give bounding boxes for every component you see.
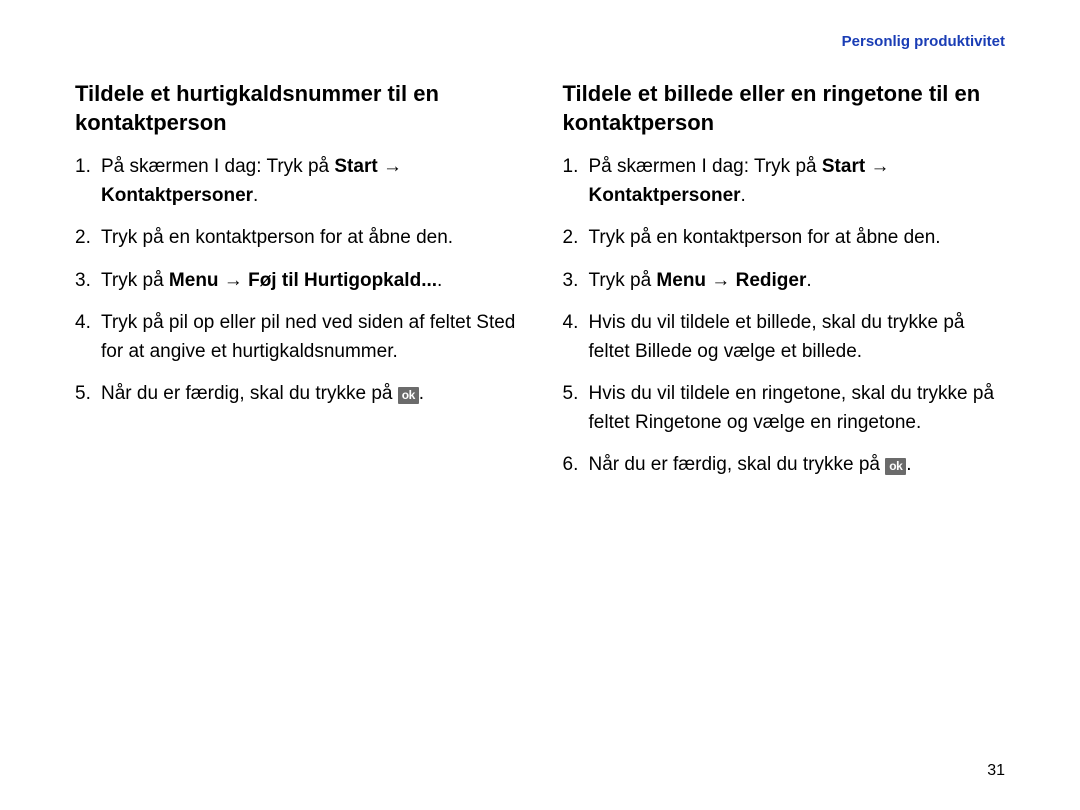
right-heading: Tildele et billede eller en ringetone ti… (563, 80, 1011, 137)
list-item: 6. Når du er færdig, skal du trykke på o… (563, 451, 1011, 480)
step-text: Når du er færdig, skal du trykke på (101, 383, 398, 404)
step-bold: Start (334, 156, 377, 177)
step-number: 2. (75, 224, 91, 253)
page-number: 31 (987, 762, 1005, 780)
list-item: 1. På skærmen I dag: Tryk på Start → Kon… (563, 153, 1011, 210)
right-steps: 1. På skærmen I dag: Tryk på Start → Kon… (563, 153, 1011, 480)
step-text: Tryk på en kontaktperson for at åbne den… (101, 227, 453, 248)
step-text: Tryk på (101, 270, 169, 291)
step-text: . (437, 270, 442, 291)
step-number: 4. (563, 309, 579, 338)
step-bold: Rediger (736, 270, 807, 291)
list-item: 5. Når du er færdig, skal du trykke på o… (75, 380, 523, 409)
step-number: 5. (563, 380, 579, 409)
step-text: . (741, 185, 746, 206)
list-item: 3. Tryk på Menu → Føj til Hurtigopkald..… (75, 267, 523, 296)
arrow-icon: → (378, 156, 402, 177)
arrow-icon: → (706, 270, 736, 291)
step-number: 1. (563, 153, 579, 182)
step-bold: Menu (169, 270, 219, 291)
step-text: Hvis du vil tildele et billede, skal du … (589, 312, 965, 362)
step-number: 3. (75, 267, 91, 296)
section-label: Personlig produktivitet (842, 33, 1005, 50)
step-bold: Kontaktpersoner (589, 185, 741, 206)
left-column: Tildele et hurtigkaldsnummer til en kont… (75, 80, 523, 494)
step-text: Tryk på (589, 270, 657, 291)
ok-icon: ok (885, 458, 906, 474)
step-text: Tryk på en kontaktperson for at åbne den… (589, 227, 941, 248)
ok-icon: ok (398, 387, 419, 403)
step-number: 3. (563, 267, 579, 296)
step-number: 1. (75, 153, 91, 182)
arrow-icon: → (219, 270, 249, 291)
step-text: . (806, 270, 811, 291)
step-text: . (253, 185, 258, 206)
step-text: Tryk på pil op eller pil ned ved siden a… (101, 312, 515, 362)
step-text: . (419, 383, 424, 404)
list-item: 3. Tryk på Menu → Rediger. (563, 267, 1011, 296)
list-item: 4. Hvis du vil tildele et billede, skal … (563, 309, 1011, 366)
step-number: 6. (563, 451, 579, 480)
content-columns: Tildele et hurtigkaldsnummer til en kont… (0, 0, 1080, 494)
list-item: 2. Tryk på en kontaktperson for at åbne … (563, 224, 1011, 253)
list-item: 4. Tryk på pil op eller pil ned ved side… (75, 309, 523, 366)
step-text: . (906, 454, 911, 475)
left-steps: 1. På skærmen I dag: Tryk på Start → Kon… (75, 153, 523, 409)
right-column: Tildele et billede eller en ringetone ti… (563, 80, 1011, 494)
step-bold: Kontaktpersoner (101, 185, 253, 206)
list-item: 1. På skærmen I dag: Tryk på Start → Kon… (75, 153, 523, 210)
step-text: På skærmen I dag: Tryk på (101, 156, 334, 177)
step-number: 5. (75, 380, 91, 409)
step-text: Hvis du vil tildele en ringetone, skal d… (589, 383, 995, 433)
step-number: 4. (75, 309, 91, 338)
list-item: 5. Hvis du vil tildele en ringetone, ska… (563, 380, 1011, 437)
step-bold: Menu (656, 270, 706, 291)
step-text: Når du er færdig, skal du trykke på (589, 454, 886, 475)
left-heading: Tildele et hurtigkaldsnummer til en kont… (75, 80, 523, 137)
step-text: På skærmen I dag: Tryk på (589, 156, 822, 177)
step-bold: Føj til Hurtigopkald... (248, 270, 437, 291)
list-item: 2. Tryk på en kontaktperson for at åbne … (75, 224, 523, 253)
arrow-icon: → (865, 156, 889, 177)
step-bold: Start (822, 156, 865, 177)
step-number: 2. (563, 224, 579, 253)
